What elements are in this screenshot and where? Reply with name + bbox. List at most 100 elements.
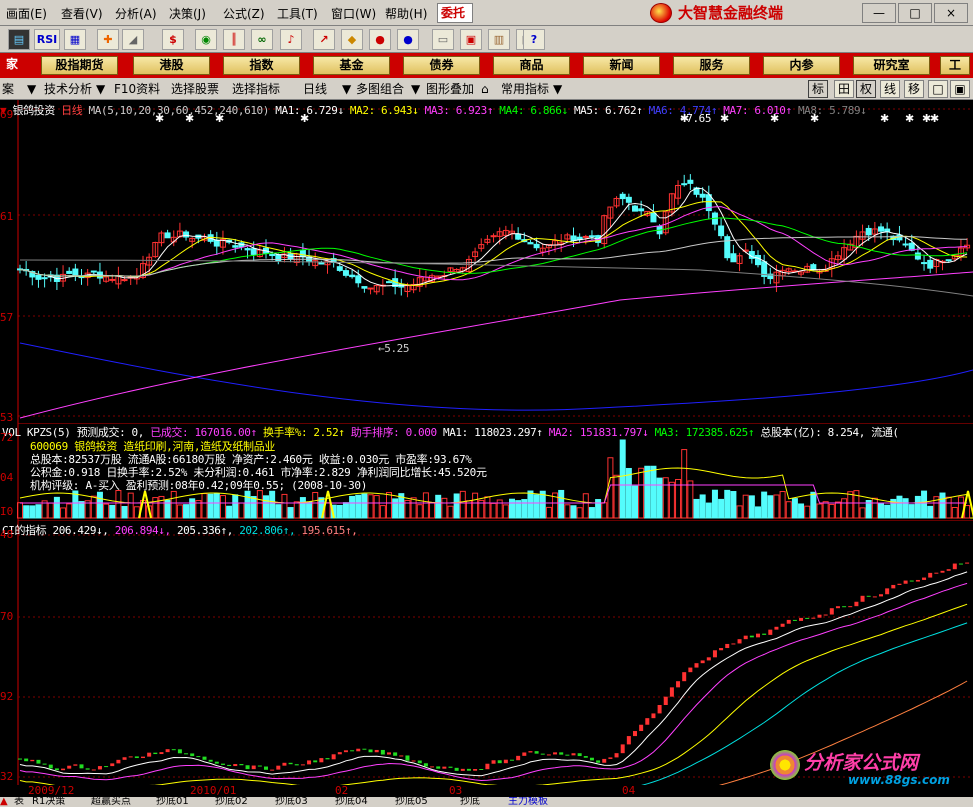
chart-up-icon[interactable]: ↗	[313, 29, 335, 50]
menu-tools[interactable]: 工具(T)	[277, 5, 318, 22]
mark-button[interactable]: 标	[808, 80, 828, 98]
diamond-icon[interactable]: ◆	[341, 29, 363, 50]
ci-bar	[663, 696, 668, 705]
tab-daily[interactable]: 日线	[303, 81, 327, 97]
nav-tools[interactable]: 工	[940, 56, 970, 75]
menu-window[interactable]: 窗口(W)	[331, 5, 376, 22]
move-button[interactable]: 移	[904, 80, 924, 98]
grid-icon[interactable]: ▦	[64, 29, 86, 50]
maximize-button[interactable]: □	[898, 3, 932, 23]
lock-icon[interactable]: ⌂	[481, 81, 489, 97]
alarm-icon[interactable]: ♪	[280, 29, 302, 50]
note2-icon[interactable]: ▣	[460, 29, 482, 50]
bottom-tab[interactable]: 抄底05	[395, 797, 428, 807]
nav-commodity[interactable]: 商品	[493, 56, 570, 75]
nav-insider[interactable]: 内参	[763, 56, 840, 75]
menu-file[interactable]: 画面(E)	[6, 5, 47, 22]
window-button[interactable]: □	[928, 80, 948, 98]
red-coin-icon[interactable]: ●	[369, 29, 391, 50]
rsi-icon[interactable]: RSI	[34, 29, 60, 50]
minimize-button[interactable]: —	[862, 3, 896, 23]
ci-bar	[448, 766, 453, 768]
candle-body	[570, 235, 577, 242]
blue-coin-icon[interactable]: ●	[397, 29, 419, 50]
bottom-tab[interactable]: R1决策	[32, 797, 65, 807]
menu-help[interactable]: 帮助(H)	[385, 5, 427, 22]
nav-research[interactable]: 研究室	[853, 56, 930, 75]
tab-common-indicators[interactable]: 常用指标	[501, 81, 549, 97]
notes-icon[interactable]: ▭	[432, 29, 454, 50]
line-button[interactable]: 线	[880, 80, 900, 98]
ruler-icon[interactable]: ◢	[122, 29, 144, 50]
bottom-tab[interactable]: 抄底04	[335, 797, 368, 807]
dropdown-arrow-icon[interactable]: ▼	[27, 81, 36, 97]
volume-bar	[570, 505, 577, 519]
volume-bar	[601, 502, 608, 519]
eye-icon[interactable]: ◉	[195, 29, 217, 50]
nav-index[interactable]: 指数	[223, 56, 300, 75]
tab-multi-chart[interactable]: 多图组合	[356, 81, 404, 97]
nav-hk[interactable]: 港股	[133, 56, 210, 75]
volume-bar	[299, 497, 306, 519]
price-chart-panel[interactable]: ✱ ✱ ✱ ✱ ✱ ✱ ✱ ✱ ✱ ✱ ✱ ✱ ▼ 银鸽投资 日线 MA(5,10,20,30,60,…	[0, 100, 973, 424]
menu-view[interactable]: 查看(V)	[61, 5, 103, 22]
grid-button[interactable]: 田	[834, 80, 854, 98]
menu-decision[interactable]: 决策(J)	[169, 5, 206, 22]
volume-bar	[152, 497, 159, 519]
bottom-tab[interactable]: 表	[14, 797, 24, 807]
menu-formula[interactable]: 公式(Z)	[223, 5, 265, 22]
tab-f10[interactable]: F10资料	[114, 81, 160, 97]
binoculars-icon[interactable]: ∞	[251, 29, 273, 50]
dropdown-arrow-icon[interactable]: ▼	[342, 81, 351, 97]
candle-body	[244, 248, 251, 251]
tab-select-indicator[interactable]: 选择指标	[232, 81, 280, 97]
menu-analysis[interactable]: 分析(A)	[115, 5, 157, 22]
print-icon[interactable]: ▤	[8, 29, 30, 50]
ci-bar	[343, 750, 348, 753]
nav-news[interactable]: 新闻	[583, 56, 660, 75]
book-icon[interactable]: ▥	[488, 29, 510, 50]
tab-marker-icon[interactable]: ▲	[0, 797, 8, 807]
vol-ma3: MA3: 172385.625↑	[654, 426, 755, 439]
volume-bar	[53, 496, 60, 519]
bars-icon[interactable]: ║	[223, 29, 245, 50]
bottom-tab[interactable]: 超赢买点	[91, 797, 131, 807]
layout-button[interactable]: ▣	[950, 80, 970, 98]
volume-bar	[502, 504, 509, 519]
nav-left-edge[interactable]: 家	[0, 56, 24, 75]
subtool-left[interactable]: 案	[2, 81, 14, 97]
ci-bar	[522, 752, 527, 756]
volume-bar	[767, 495, 774, 519]
dropdown-arrow-icon[interactable]: ▼	[96, 81, 105, 97]
bottom-tab[interactable]: 抄底02	[215, 797, 248, 807]
ci-bar	[18, 758, 22, 760]
dropdown-arrow-icon[interactable]: ▼	[553, 81, 562, 97]
trade-button[interactable]: 委托	[437, 3, 473, 23]
ci-indicator-panel[interactable]: CI的指标 206.429↓, 206.894↓, 205.336↑, 202.…	[0, 520, 973, 785]
bottom-tab-active[interactable]: 主力模板	[508, 797, 548, 807]
dollar-icon[interactable]: $	[162, 29, 184, 50]
dropdown-arrow-icon[interactable]: ▼	[411, 81, 420, 97]
tab-select-stock[interactable]: 选择股票	[171, 81, 219, 97]
bottom-tab[interactable]: 抄底01	[156, 797, 189, 807]
rights-button[interactable]: 权	[856, 80, 876, 98]
nav-fund[interactable]: 基金	[313, 56, 390, 75]
close-button[interactable]: ×	[934, 3, 968, 23]
tab-overlay[interactable]: 图形叠加	[426, 81, 474, 97]
nav-service[interactable]: 服务	[673, 56, 750, 75]
nav-futures[interactable]: 股指期货	[41, 56, 118, 75]
ci-bar	[239, 764, 244, 766]
ci-indicator-chart[interactable]	[0, 520, 973, 785]
nav-bond[interactable]: 债券	[403, 56, 480, 75]
bottom-tab[interactable]: 抄底	[460, 797, 480, 807]
candlestick-chart[interactable]: ✱ ✱ ✱ ✱ ✱ ✱ ✱ ✱ ✱ ✱ ✱✱	[0, 100, 973, 423]
bottom-tab[interactable]: 抄底03	[275, 797, 308, 807]
help-icon[interactable]: ?	[523, 29, 545, 50]
volume-panel[interactable]: VOL KPZS(5) 预测成交: 0, 已成交: 167016.00↑ 换手率…	[0, 423, 973, 520]
crosshair-icon[interactable]: ✚	[97, 29, 119, 50]
volume-bar	[226, 505, 233, 519]
volume-bar	[35, 504, 42, 519]
volume-bar	[810, 491, 817, 519]
tab-tech-analysis[interactable]: 技术分析	[44, 81, 92, 97]
ci-bar	[147, 752, 152, 757]
